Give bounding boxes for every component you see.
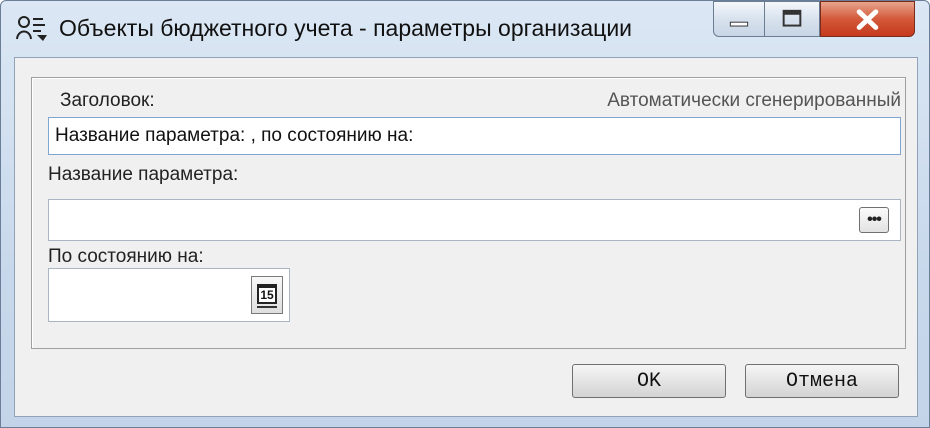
dialog-window: Объекты бюджетного учета - параметры орг…	[0, 0, 930, 428]
dialog-client-area: Заголовок: Автоматически сгенерированный…	[14, 57, 918, 417]
window-title: Объекты бюджетного учета - параметры орг…	[59, 15, 633, 41]
calendar-icon: 15	[257, 284, 277, 304]
heading-input-value: Название параметра: , по состоянию на:	[55, 125, 414, 146]
ok-button[interactable]: OK	[572, 364, 726, 398]
parameters-group: Заголовок: Автоматически сгенерированный…	[31, 77, 906, 349]
minimize-button[interactable]	[713, 1, 765, 37]
heading-label: Заголовок:	[60, 90, 155, 111]
maximize-icon	[782, 9, 802, 27]
close-button[interactable]	[820, 1, 915, 37]
title-bar[interactable]: Объекты бюджетного учета - параметры орг…	[1, 1, 929, 57]
cancel-button[interactable]: Отмена	[745, 364, 899, 398]
param-select-button[interactable]: •••	[859, 207, 889, 233]
param-name-label: Название параметра:	[48, 164, 239, 185]
ellipsis-icon: •••	[867, 211, 882, 228]
date-label: По состоянию на:	[48, 246, 204, 267]
calendar-icon-underline	[257, 306, 277, 308]
calendar-button[interactable]: 15	[251, 276, 283, 314]
minimize-icon	[729, 21, 749, 27]
param-name-input[interactable]	[48, 199, 901, 241]
heading-input[interactable]: Название параметра: , по состоянию на:	[48, 117, 901, 155]
heading-hint: Автоматически сгенерированный	[607, 90, 901, 111]
app-person-icon	[16, 16, 47, 41]
maximize-button[interactable]	[765, 1, 820, 37]
close-icon	[856, 9, 879, 30]
